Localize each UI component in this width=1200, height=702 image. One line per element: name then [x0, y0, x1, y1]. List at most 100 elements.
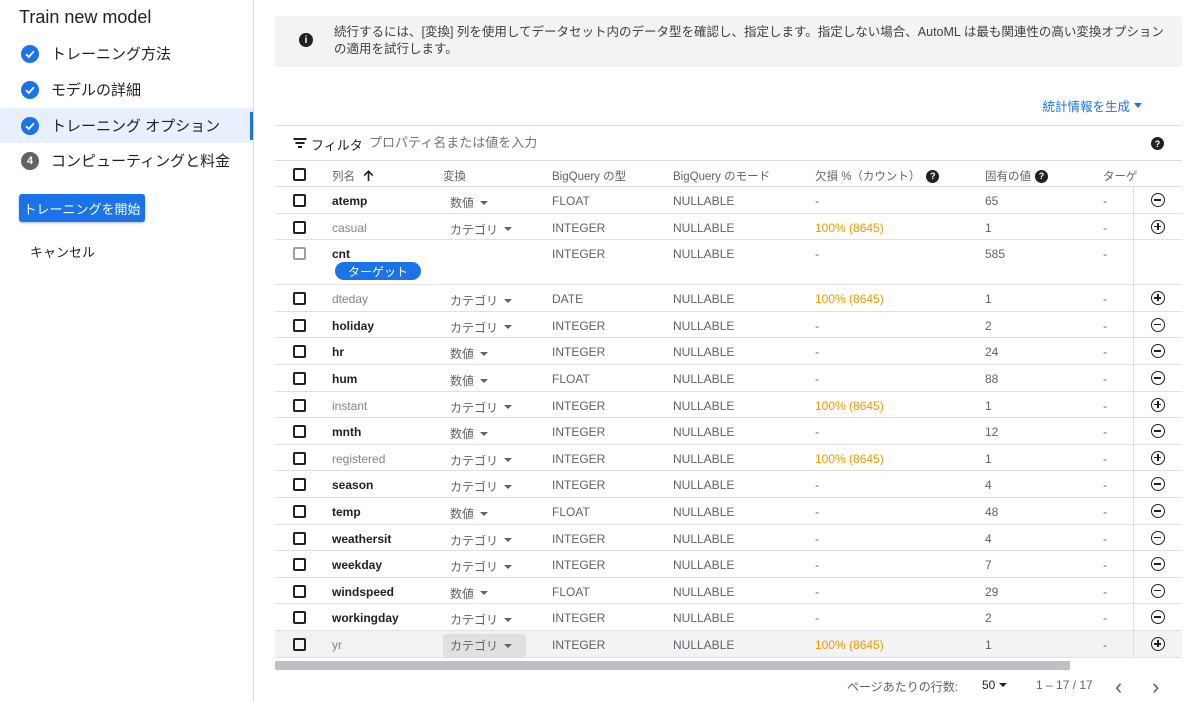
rows-per-page-select[interactable]: 50 — [982, 678, 1008, 692]
main-panel: i 続行するには、[変換] 列を使用してデータセット内のデータ型を確認し、指定し… — [275, 0, 1182, 702]
transform-select[interactable]: 数値 — [450, 585, 489, 602]
transform-select[interactable]: カテゴリ — [450, 452, 513, 469]
table-row: temp 数値 FLOAT NULLABLE - 48 - — [275, 498, 1182, 525]
remove-circle-icon[interactable] — [1151, 530, 1165, 545]
bq-type: INTEGER — [552, 638, 606, 652]
step-compute-pricing[interactable]: 4 コンピューティングと料金 — [0, 143, 253, 178]
target-value: - — [1103, 425, 1107, 440]
add-circle-icon[interactable] — [1151, 450, 1165, 465]
help-icon[interactable]: ? — [926, 169, 940, 183]
transform-select[interactable]: カテゴリ — [450, 611, 513, 628]
chevron-down-icon — [1134, 103, 1142, 108]
row-checkbox[interactable] — [293, 194, 306, 207]
bq-type: FLOAT — [552, 194, 590, 208]
row-checkbox[interactable] — [293, 451, 306, 465]
bq-type: INTEGER — [552, 611, 606, 626]
add-circle-icon[interactable] — [1151, 397, 1165, 412]
row-checkbox[interactable] — [293, 531, 306, 545]
target-value: - — [1103, 451, 1107, 466]
row-checkbox[interactable] — [293, 345, 306, 359]
column-name: registered — [332, 451, 386, 466]
row-checkbox[interactable] — [293, 318, 306, 332]
target-value: - — [1103, 558, 1107, 573]
step-model-details[interactable]: モデルの詳細 — [0, 72, 253, 107]
transform-select[interactable]: カテゴリ — [450, 399, 513, 416]
generate-stats-label: 統計情報を生成 — [1042, 100, 1130, 114]
add-circle-icon[interactable] — [1151, 637, 1165, 651]
help-icon[interactable]: ? — [1151, 137, 1164, 150]
missing-value: 100% (8645) — [815, 220, 884, 235]
missing-value: - — [815, 194, 819, 208]
remove-circle-icon[interactable] — [1151, 193, 1165, 207]
chevron-down-icon — [480, 591, 489, 596]
help-icon[interactable]: ? — [1035, 169, 1048, 183]
transform-value: カテゴリ — [450, 453, 499, 468]
transform-select[interactable]: 数値 — [450, 372, 489, 389]
chevron-down-icon — [504, 458, 513, 463]
row-checkbox[interactable] — [293, 247, 306, 261]
remove-circle-icon[interactable] — [1151, 557, 1165, 572]
remove-circle-icon[interactable] — [1151, 610, 1165, 625]
transform-value: カテゴリ — [450, 560, 499, 575]
row-checkbox[interactable] — [293, 611, 306, 625]
remove-circle-icon[interactable] — [1151, 344, 1165, 359]
transform-select[interactable]: カテゴリ — [450, 292, 513, 309]
chevron-down-icon — [504, 227, 513, 232]
missing-value: - — [815, 345, 819, 360]
add-circle-icon[interactable] — [1151, 291, 1165, 306]
row-checkbox[interactable] — [293, 638, 306, 651]
remove-circle-icon[interactable] — [1151, 477, 1165, 492]
filter-icon[interactable] — [293, 138, 306, 148]
next-page-button[interactable]: › — [1152, 674, 1159, 700]
transform-select[interactable]: 数値 — [450, 425, 489, 442]
row-checkbox[interactable] — [293, 220, 306, 234]
transform-select[interactable]: カテゴリ — [450, 558, 513, 575]
sidebar-title: Train new model — [19, 7, 152, 27]
step-training-options[interactable]: トレーニング オプション — [0, 108, 253, 143]
row-checkbox[interactable] — [293, 584, 306, 598]
bq-mode: NULLABLE — [673, 247, 735, 262]
remove-circle-icon[interactable] — [1151, 317, 1165, 332]
transform-select[interactable]: カテゴリ — [450, 319, 513, 336]
transform-select[interactable]: カテゴリ — [450, 221, 513, 238]
transform-select[interactable]: カテゴリ — [450, 532, 513, 549]
row-checkbox[interactable] — [293, 292, 306, 306]
missing-value: 100% (8645) — [815, 398, 884, 413]
cancel-button[interactable]: キャンセル — [30, 242, 95, 261]
select-all-checkbox[interactable] — [293, 168, 306, 181]
row-checkbox[interactable] — [293, 425, 306, 439]
bq-type: FLOAT — [552, 372, 590, 386]
table-row: hr 数値 INTEGER NULLABLE - 24 - — [275, 338, 1182, 365]
step-training-method[interactable]: トレーニング方法 — [0, 36, 253, 71]
row-checkbox[interactable] — [293, 372, 306, 385]
table-row: instant カテゴリ INTEGER NULLABLE 100% (8645) 1 - — [275, 392, 1182, 419]
transform-select[interactable]: カテゴリ — [443, 634, 527, 657]
target-value: - — [1103, 372, 1107, 386]
column-name: workingday — [332, 611, 399, 626]
transform-select[interactable]: 数値 — [450, 194, 489, 211]
filter-input[interactable] — [369, 135, 969, 150]
remove-circle-icon[interactable] — [1151, 424, 1165, 439]
transform-select[interactable]: カテゴリ — [450, 478, 513, 495]
step-number-icon: 4 — [21, 151, 39, 170]
row-checkbox[interactable] — [293, 478, 306, 492]
bq-type: INTEGER — [552, 558, 606, 573]
remove-circle-icon[interactable] — [1151, 583, 1165, 598]
horizontal-scrollbar[interactable] — [275, 661, 1070, 670]
transform-select[interactable]: 数値 — [450, 345, 489, 362]
bq-mode: NULLABLE — [673, 194, 735, 208]
row-checkbox[interactable] — [293, 505, 306, 518]
start-training-button[interactable]: トレーニングを開始 — [19, 194, 145, 222]
row-checkbox[interactable] — [293, 558, 306, 572]
prev-page-button[interactable]: ‹ — [1115, 674, 1122, 700]
row-checkbox[interactable] — [293, 398, 306, 412]
remove-circle-icon[interactable] — [1151, 504, 1165, 518]
bq-mode: NULLABLE — [673, 505, 735, 519]
remove-circle-icon[interactable] — [1151, 371, 1165, 385]
missing-value: - — [815, 425, 819, 440]
header-name[interactable]: 列名 — [332, 168, 374, 184]
step-label: コンピューティングと料金 — [51, 153, 231, 170]
add-circle-icon[interactable] — [1151, 219, 1165, 234]
transform-select[interactable]: 数値 — [450, 505, 489, 522]
generate-stats-button[interactable]: 統計情報を生成 — [1042, 96, 1142, 115]
